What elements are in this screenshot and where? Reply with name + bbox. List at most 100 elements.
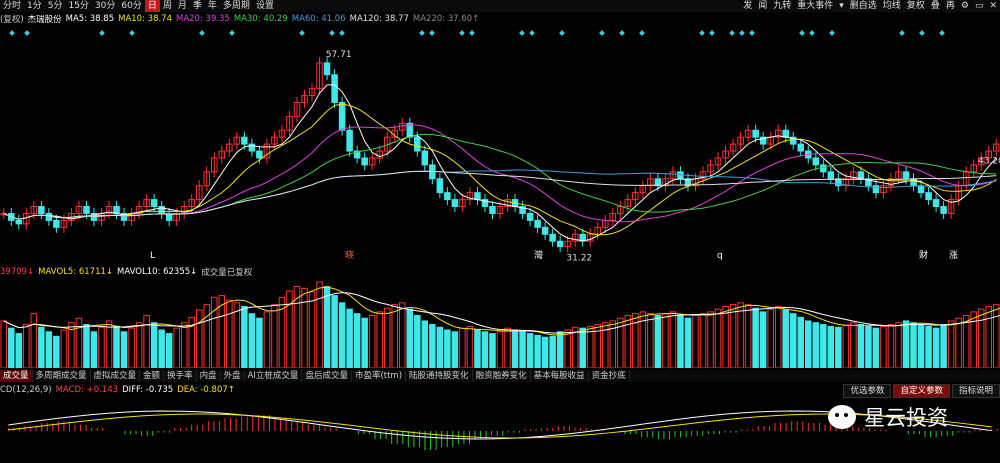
volume-bar bbox=[113, 325, 120, 368]
indicator-tab[interactable]: 陆股通持股变化 bbox=[406, 370, 473, 382]
indicator-tab[interactable]: 虚拟成交量 bbox=[91, 370, 141, 382]
period-tab[interactable]: 多周期 bbox=[220, 0, 253, 12]
volume-bar bbox=[376, 311, 383, 368]
volume-legend: 39709↓ MAVOL5: 61711↓ MAVOL10: 62355↓ 成交量已复… bbox=[0, 266, 256, 278]
period-tab[interactable]: 设置 bbox=[253, 0, 277, 12]
toolbar-action[interactable]: 再 bbox=[943, 0, 958, 12]
period-tab[interactable]: 月 bbox=[175, 0, 190, 12]
period-tab[interactable]: 5分 bbox=[45, 0, 66, 12]
period-tab[interactable]: 分时 bbox=[0, 0, 24, 12]
volume-bar bbox=[241, 305, 248, 368]
period-tab[interactable]: 15分 bbox=[65, 0, 91, 12]
volume-bar bbox=[827, 325, 835, 368]
indicator-tab[interactable]: 多周期成交量 bbox=[33, 370, 91, 382]
period-tab[interactable]: 年 bbox=[205, 0, 220, 12]
period-tab[interactable]: 季 bbox=[190, 0, 205, 12]
indicator-tab[interactable]: 外盘 bbox=[221, 370, 245, 382]
volume-bar bbox=[970, 311, 977, 368]
indicator-tab[interactable]: 融资融券变化 bbox=[473, 370, 531, 382]
signal-diamond bbox=[419, 30, 425, 36]
toolbar-action[interactable]: 删自选 bbox=[847, 0, 880, 12]
candle-body bbox=[797, 143, 805, 152]
volume-bar bbox=[805, 320, 812, 368]
toolbar-action[interactable]: 复权 bbox=[904, 0, 928, 12]
signal-diamond bbox=[799, 30, 805, 36]
indicator-tab[interactable]: 换手率 bbox=[164, 370, 197, 382]
toolbar-action[interactable]: 重大事件 bbox=[794, 0, 836, 12]
volume-bar bbox=[338, 302, 346, 368]
period-tab[interactable]: 周 bbox=[160, 0, 175, 12]
candle-body bbox=[489, 206, 496, 214]
signal-diamond bbox=[99, 30, 105, 36]
volume-bar bbox=[534, 334, 541, 368]
volume-bar bbox=[23, 324, 30, 368]
signal-diamond bbox=[919, 30, 925, 36]
signal-diamond bbox=[939, 30, 945, 36]
volume-bar bbox=[30, 313, 38, 368]
volume-bar bbox=[962, 314, 970, 368]
volume-bar bbox=[699, 313, 707, 368]
event-marker: 晓 bbox=[345, 249, 354, 261]
indicator-tab[interactable]: 内盘 bbox=[197, 370, 221, 382]
candle-body bbox=[436, 178, 444, 194]
volume-bar bbox=[481, 331, 489, 368]
volume-bar bbox=[203, 304, 211, 368]
toolbar-action[interactable]: 闻 bbox=[755, 0, 770, 12]
param-button[interactable]: 优选参数 bbox=[843, 384, 892, 398]
volume-bar bbox=[880, 325, 887, 368]
period-tab[interactable]: 日 bbox=[144, 0, 160, 12]
indicator-tab[interactable]: 市盈率(ttm) bbox=[352, 370, 407, 382]
volume-bar bbox=[436, 326, 444, 368]
stock-name[interactable]: 杰瑞股份 bbox=[28, 13, 62, 25]
volume-bar bbox=[398, 302, 406, 368]
param-button[interactable]: 指标说明 bbox=[951, 384, 1000, 398]
signal-diamond bbox=[339, 30, 345, 36]
indicator-tab[interactable]: 金额 bbox=[140, 370, 165, 382]
toolbar-action[interactable]: ▭ bbox=[972, 0, 987, 12]
volume-bar bbox=[774, 305, 782, 368]
volume-bar bbox=[391, 304, 398, 368]
low-price-label: 31.22 bbox=[566, 254, 592, 264]
period-tab[interactable]: 1分 bbox=[24, 0, 45, 12]
legend-item: CD(12,26,9) bbox=[0, 385, 52, 395]
volume-bar bbox=[98, 326, 105, 368]
toolbar-action[interactable]: 均线 bbox=[880, 0, 904, 12]
event-marker: q bbox=[717, 251, 723, 261]
toolbar-action[interactable]: 发 bbox=[740, 0, 755, 12]
toolbar-action[interactable]: ▾ bbox=[836, 0, 847, 12]
volume-chart[interactable] bbox=[0, 278, 1000, 368]
candle-body bbox=[925, 192, 932, 201]
signal-diamond bbox=[299, 30, 305, 36]
indicator-tab[interactable]: 基本每股收益 bbox=[531, 370, 589, 382]
indicator-tab[interactable]: 盘后成交量 bbox=[302, 370, 352, 382]
toolbar-action[interactable]: ✕ bbox=[986, 0, 1000, 12]
candle-body bbox=[534, 219, 541, 228]
indicator-tab[interactable]: 成交量 bbox=[0, 370, 33, 382]
legend-item: MA60: 41.06 bbox=[291, 14, 346, 24]
period-tab[interactable]: 60分 bbox=[118, 0, 144, 12]
volume-bar bbox=[323, 286, 331, 368]
high-price-label: 57.71 bbox=[326, 50, 352, 60]
legend-item: MA10: 38.74 bbox=[118, 14, 172, 24]
toolbar-action[interactable]: ⚙ bbox=[958, 0, 972, 12]
toolbar-action[interactable]: 叠 bbox=[928, 0, 943, 12]
volume-bar bbox=[541, 336, 549, 368]
period-tab[interactable]: 30分 bbox=[92, 0, 118, 12]
param-button[interactable]: 自定义参数 bbox=[893, 384, 950, 398]
period-tabs: 分时 1分 5分 15分 30分 60分日周月季年多周期 设置 bbox=[0, 0, 277, 12]
volume-bar bbox=[887, 324, 895, 368]
signal-diamond bbox=[749, 30, 755, 36]
volume-bar bbox=[759, 311, 767, 368]
candle-body bbox=[241, 136, 248, 145]
volume-bar bbox=[564, 329, 571, 368]
volume-bar bbox=[346, 308, 353, 368]
signal-diamond bbox=[739, 30, 745, 36]
volume-bar bbox=[173, 327, 180, 368]
volume-bar bbox=[444, 329, 451, 368]
candlestick-chart[interactable]: 57.71 31.22 43.20 L 晓 灣 q 财 涨 bbox=[0, 25, 1000, 270]
candle-body bbox=[83, 206, 90, 214]
indicator-tab[interactable]: AI立桩成交量 bbox=[245, 370, 303, 382]
volume-bar bbox=[985, 305, 992, 368]
toolbar-action[interactable]: 九转 bbox=[770, 0, 794, 12]
indicator-tab[interactable]: 资金抄底 bbox=[589, 370, 630, 382]
